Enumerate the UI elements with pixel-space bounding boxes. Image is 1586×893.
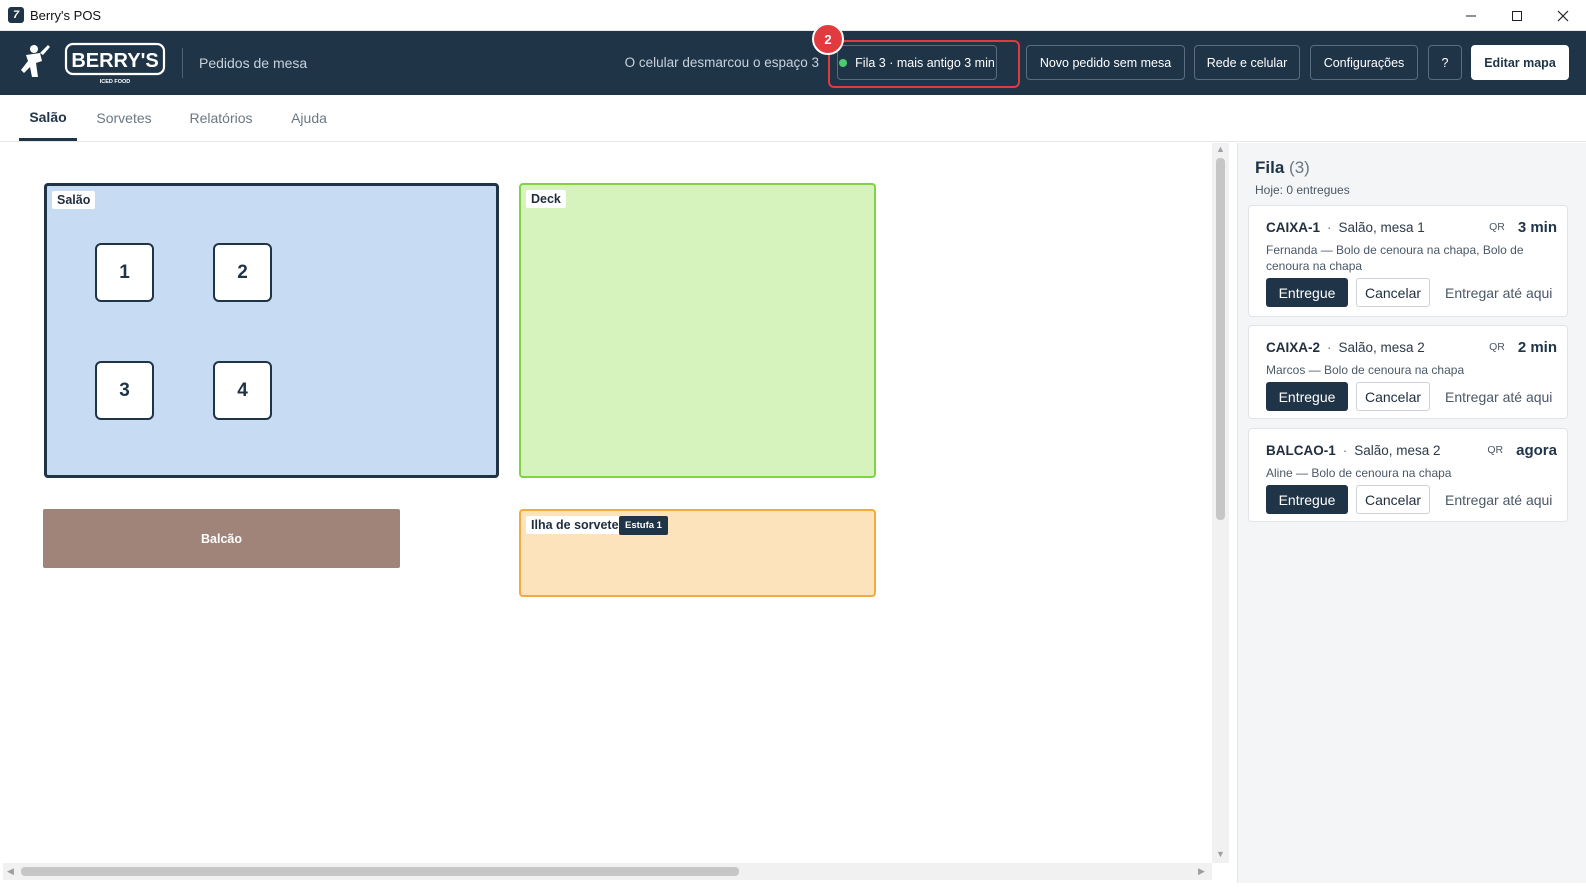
floor-map[interactable]: Salão 1 2 3 4 Deck Balcão Ilha de sorvet… (3, 143, 1227, 877)
zone-salao[interactable]: Salão 1 2 3 4 (44, 183, 499, 478)
zone-label: Salão (52, 191, 96, 209)
scroll-up-icon[interactable]: ▲ (1216, 144, 1225, 154)
table-1[interactable]: 1 (95, 243, 154, 302)
minimize-icon (1466, 15, 1476, 16)
deliver-button[interactable]: Entregue (1266, 485, 1348, 514)
settings-button[interactable]: Configurações (1310, 45, 1418, 80)
queue-title: Fila (3) (1255, 158, 1310, 178)
berrys-logo: BERRY'S ICED FOOD (21, 42, 166, 85)
deliver-until-here-link[interactable]: Entregar até aqui (1445, 492, 1552, 508)
zone-deck[interactable]: Deck (519, 183, 876, 478)
order-header: BALCAO-1 · Salão, mesa 2 QR agora (1266, 440, 1557, 460)
zone-label: Balcão (201, 531, 242, 546)
zone-ilha-de-sorvete[interactable]: Ilha de sorvete Estufa 1 (519, 509, 876, 597)
order-card[interactable]: CAIXA-1 · Salão, mesa 1 QR 3 min Fernand… (1248, 205, 1568, 317)
close-icon (1557, 10, 1569, 21)
vertical-scroll-thumb[interactable] (1216, 158, 1225, 520)
order-source: QR (1487, 444, 1504, 456)
table-4[interactable]: 4 (213, 361, 272, 420)
order-card[interactable]: BALCAO-1 · Salão, mesa 2 QR agora Aline … (1248, 428, 1568, 522)
order-details: Marcos — Bolo de cenoura na chapa (1266, 363, 1465, 377)
scroll-right-icon[interactable]: ▶ (1198, 866, 1205, 877)
queue-subtitle: Hoje: 0 entregues (1255, 183, 1350, 197)
order-card[interactable]: CAIXA-2 · Salão, mesa 2 QR 2 min Marcos … (1248, 325, 1568, 419)
section-title: Pedidos de mesa (199, 55, 308, 71)
window-controls (1448, 0, 1586, 31)
tab-relatorios[interactable]: Relatórios (184, 95, 258, 141)
horizontal-scrollbar[interactable]: ◀ ▶ (3, 863, 1212, 880)
queue-panel: Fila (3) Hoje: 0 entregues CAIXA-1 · Sal… (1237, 143, 1586, 883)
separator: · (1327, 219, 1332, 235)
window-titlebar: 7 Berry's POS (0, 0, 1586, 31)
order-id: BALCAO-1 (1266, 442, 1336, 458)
maximize-icon (1512, 10, 1522, 21)
phone-status-text: O celular desmarcou o espaço 3 (624, 55, 819, 70)
table-3[interactable]: 3 (95, 361, 154, 420)
order-source: QR (1489, 341, 1505, 353)
help-button[interactable]: ? (1428, 45, 1462, 80)
tab-sorvetes[interactable]: Sorvetes (92, 95, 156, 141)
tab-ajuda[interactable]: Ajuda (284, 95, 334, 141)
order-actions: Entregue Cancelar Entregar até aqui (1266, 485, 1552, 514)
stove-tag: Estufa 1 (619, 516, 668, 535)
deliver-until-here-link[interactable]: Entregar até aqui (1445, 285, 1552, 301)
cancel-button[interactable]: Cancelar (1356, 278, 1430, 307)
order-age: agora (1516, 441, 1557, 459)
separator: · (1327, 339, 1332, 355)
scroll-down-icon[interactable]: ▼ (1216, 849, 1225, 859)
order-id: CAIXA-2 (1266, 339, 1321, 355)
order-source: QR (1489, 221, 1505, 233)
logo-subtext: ICED FOOD (100, 79, 131, 85)
order-location: Salão, mesa 2 (1354, 442, 1441, 458)
horizontal-scroll-thumb[interactable] (21, 867, 739, 876)
zone-balcao[interactable]: Balcão (43, 509, 400, 568)
cancel-button[interactable]: Cancelar (1356, 485, 1430, 514)
vertical-scrollbar[interactable]: ▲ ▼ (1212, 143, 1229, 863)
maximize-button[interactable] (1494, 0, 1540, 31)
deliver-button[interactable]: Entregue (1266, 382, 1348, 411)
deliver-until-here-link[interactable]: Entregar até aqui (1445, 389, 1552, 405)
tab-salao[interactable]: Salão (19, 95, 77, 141)
order-details: Fernanda — Bolo de cenoura na chapa, Bol… (1266, 243, 1524, 273)
order-location: Salão, mesa 2 (1338, 339, 1425, 355)
window-title: Berry's POS (30, 7, 102, 23)
new-order-button[interactable]: Novo pedido sem mesa (1026, 45, 1185, 80)
queue-count: (3) (1289, 158, 1310, 177)
minimize-button[interactable] (1448, 0, 1494, 31)
logo-text: BERRY'S (71, 50, 158, 72)
app-icon: 7 (8, 7, 24, 23)
separator: · (1342, 442, 1348, 458)
order-location: Salão, mesa 1 (1338, 219, 1425, 235)
tab-bar: Salão Sorvetes Relatórios Ajuda (0, 95, 1586, 142)
queue-highlight-frame (828, 40, 1020, 88)
header-divider (182, 48, 183, 78)
scroll-left-icon[interactable]: ◀ (7, 866, 14, 877)
close-window-button[interactable] (1540, 0, 1586, 31)
app-header: BERRY'S ICED FOOD Pedidos de mesa O celu… (0, 31, 1586, 95)
deliver-button[interactable]: Entregue (1266, 278, 1348, 307)
zone-label: Deck (526, 190, 566, 208)
zone-label: Ilha de sorvete (526, 516, 624, 534)
order-header: CAIXA-2 · Salão, mesa 2 QR 2 min (1266, 337, 1557, 357)
order-details: Aline — Bolo de cenoura na chapa (1266, 466, 1452, 480)
cancel-button[interactable]: Cancelar (1356, 382, 1430, 411)
order-age: 3 min (1517, 218, 1557, 236)
order-actions: Entregue Cancelar Entregar até aqui (1266, 278, 1552, 307)
edit-map-button[interactable]: Editar mapa (1471, 45, 1569, 80)
queue-title-text: Fila (1255, 158, 1285, 177)
order-age: 2 min (1517, 338, 1557, 356)
order-id: CAIXA-1 (1266, 219, 1321, 235)
table-2[interactable]: 2 (213, 243, 272, 302)
network-button[interactable]: Rede e celular (1194, 45, 1300, 80)
queue-badge: 2 (812, 23, 844, 55)
order-header: CAIXA-1 · Salão, mesa 1 QR 3 min (1266, 217, 1557, 237)
order-actions: Entregue Cancelar Entregar até aqui (1266, 382, 1552, 411)
